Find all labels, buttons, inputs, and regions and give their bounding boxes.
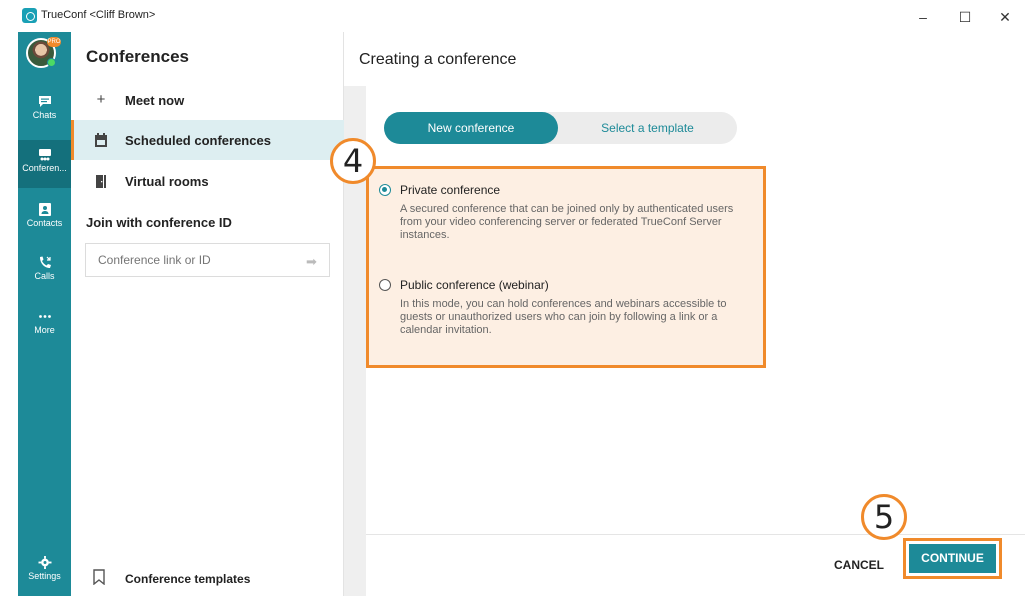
option-title: Public conference (webinar)	[400, 278, 549, 292]
rail-item-label: Chats	[32, 110, 57, 120]
calls-icon	[39, 256, 51, 268]
step-callout-5: 5	[861, 494, 907, 540]
rail-item-label: Calls	[34, 271, 55, 281]
create-conference-card: New conference Select a template Private…	[366, 86, 1025, 596]
contacts-icon	[38, 203, 51, 216]
gear-icon	[38, 556, 51, 569]
page-title: Creating a conference	[359, 51, 517, 68]
rail-item-more[interactable]: More	[18, 302, 71, 350]
menu-item-virtual-rooms[interactable]: Virtual rooms	[71, 161, 344, 201]
door-icon	[96, 175, 106, 188]
option-description: In this mode, you can hold conferences a…	[400, 298, 727, 336]
arrow-right-icon[interactable]: ➡	[306, 254, 317, 270]
radio-unselected[interactable]	[379, 279, 391, 291]
menu-item-label: Virtual rooms	[125, 174, 209, 189]
rail-item-contacts[interactable]: Contacts	[18, 195, 71, 243]
rail-item-calls[interactable]: Calls	[18, 248, 71, 296]
continue-highlight: CONTINUE	[903, 538, 1002, 579]
calendar-icon	[95, 133, 107, 147]
window-title: TrueConf <Cliff Brown>	[41, 9, 156, 21]
scrollbar[interactable]	[1025, 32, 1033, 596]
option-description: A secured conference that can be joined …	[400, 203, 734, 241]
rail-item-label: Settings	[28, 571, 61, 581]
online-status-icon	[47, 58, 56, 67]
more-icon	[38, 315, 51, 318]
rail-item-label: More	[34, 325, 55, 335]
tab-select-template[interactable]: Select a template	[558, 112, 737, 144]
menu-item-scheduled-conferences[interactable]: Scheduled conferences	[71, 120, 344, 160]
conferences-panel: Conferences + Meet now Scheduled confere…	[71, 32, 344, 596]
tab-new-conference[interactable]: New conference	[384, 112, 558, 144]
conference-id-input[interactable]	[85, 243, 330, 277]
panel-title: Conferences	[86, 47, 189, 66]
menu-item-label: Meet now	[125, 93, 185, 108]
rail-item-label: Contacts	[26, 218, 63, 228]
navigation-rail: PRO Chats Conferen... Contacts Calls Mor…	[18, 32, 71, 596]
conference-icon	[38, 149, 51, 161]
templates-label: Conference templates	[125, 572, 251, 586]
rail-item-conferences[interactable]: Conferen...	[18, 140, 71, 188]
plus-icon: +	[96, 91, 106, 108]
radio-selected[interactable]	[379, 184, 391, 196]
close-button[interactable]: ✕	[990, 6, 1020, 28]
pro-badge: PRO	[47, 37, 61, 47]
maximize-button[interactable]: ☐	[950, 6, 980, 28]
rail-item-label: Conferen...	[22, 163, 67, 173]
bookmark-icon	[93, 569, 105, 585]
content-header: Creating a conference	[344, 32, 1025, 86]
chat-icon	[38, 96, 51, 107]
menu-item-label: Scheduled conferences	[125, 133, 271, 148]
menu-item-meet-now[interactable]: + Meet now	[71, 80, 344, 120]
option-title: Private conference	[400, 183, 501, 197]
conference-templates-link[interactable]: Conference templates	[71, 565, 344, 595]
minimize-button[interactable]: –	[908, 6, 938, 28]
title-bar: TrueConf <Cliff Brown> – ☐ ✕	[0, 0, 1033, 32]
footer-divider	[366, 534, 1025, 535]
conference-type-options: Private conference A secured conference …	[366, 166, 766, 368]
cancel-button[interactable]: CANCEL	[824, 550, 894, 580]
join-heading: Join with conference ID	[86, 215, 232, 230]
rail-item-settings[interactable]: Settings	[18, 548, 71, 596]
step-callout-4: 4	[330, 138, 376, 184]
rail-item-chats[interactable]: Chats	[18, 87, 71, 135]
conference-source-switch: New conference Select a template	[384, 112, 737, 144]
continue-button[interactable]: CONTINUE	[909, 544, 996, 573]
trueconf-logo-icon	[22, 8, 37, 23]
main-content: Creating a conference New conference Sel…	[344, 32, 1025, 596]
